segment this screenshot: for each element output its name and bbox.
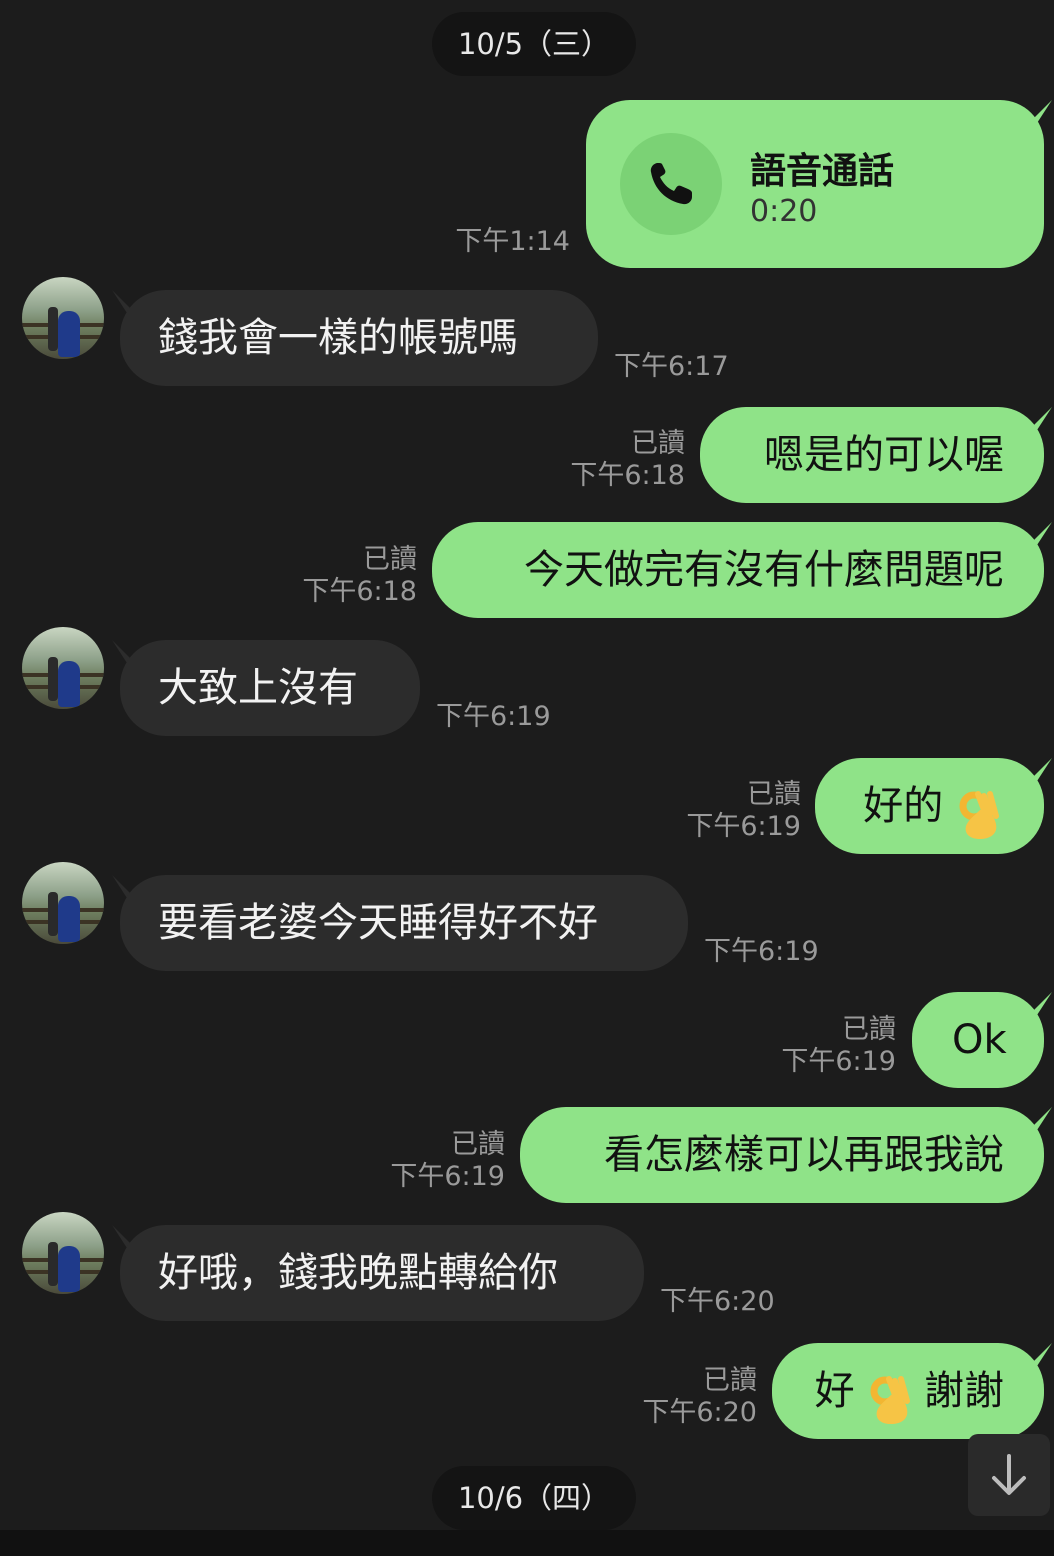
avatar[interactable] (22, 1212, 104, 1294)
message-time: 下午6:20 (660, 1286, 775, 1317)
message-text: 好的 (863, 783, 944, 829)
incoming-message[interactable]: 錢我會一樣的帳號嗎 (120, 290, 598, 386)
avatar[interactable] (22, 277, 104, 359)
message-time: 下午6:17 (614, 351, 729, 382)
outgoing-message[interactable]: 好的 (815, 758, 1044, 854)
read-receipt: 已讀 (747, 779, 801, 810)
read-receipt: 已讀 (631, 428, 685, 459)
read-receipt: 已讀 (451, 1129, 505, 1160)
read-receipt: 已讀 (842, 1014, 896, 1045)
read-receipt: 已讀 (363, 544, 417, 575)
outgoing-message[interactable]: 嗯是的可以喔 (700, 407, 1044, 503)
message-time: 下午6:20 (642, 1397, 757, 1428)
message-time: 下午1:14 (455, 226, 570, 257)
avatar[interactable] (22, 862, 104, 944)
message-meta: 已讀 下午6:18 (540, 428, 685, 492)
avatar[interactable] (22, 627, 104, 709)
read-receipt: 已讀 (703, 1365, 757, 1396)
date-separator-bottom: 10/6（四） (432, 1466, 636, 1530)
message-text: 謝謝 (924, 1368, 1004, 1414)
message-meta: 已讀 下午6:18 (270, 544, 417, 608)
message-meta: 已讀 下午6:19 (750, 1014, 896, 1078)
outgoing-message[interactable]: 好 謝謝 (772, 1343, 1044, 1439)
message-time: 下午6:19 (686, 811, 801, 842)
ok-hand-emoji (867, 1364, 911, 1424)
message-time: 下午6:18 (570, 460, 685, 491)
arrow-down-icon (992, 1454, 1026, 1495)
date-separator-top: 10/5（三） (432, 12, 636, 76)
input-bar-edge (0, 1530, 1054, 1556)
scroll-to-bottom-button[interactable] (968, 1434, 1050, 1516)
call-title: 語音通話 (750, 151, 895, 192)
incoming-message[interactable]: 要看老婆今天睡得好不好 (120, 875, 688, 971)
message-text: 好 (814, 1368, 855, 1414)
voice-call-bubble[interactable]: 語音通話 0:20 (586, 100, 1044, 268)
outgoing-message[interactable]: 今天做完有沒有什麼問題呢 (432, 522, 1044, 618)
message-time: 下午6:19 (436, 701, 551, 732)
message-time: 下午6:19 (704, 936, 819, 967)
message-time: 下午6:19 (781, 1046, 896, 1077)
message-meta: 已讀 下午6:19 (358, 1129, 505, 1193)
outgoing-message[interactable]: Ok (912, 992, 1044, 1088)
message-time: 下午6:18 (302, 576, 417, 607)
incoming-message[interactable]: 好哦，錢我晚點轉給你 (120, 1225, 644, 1321)
message-time: 下午6:19 (390, 1161, 505, 1192)
message-meta: 已讀 下午6:20 (608, 1365, 757, 1429)
phone-icon (620, 133, 722, 235)
call-duration: 0:20 (750, 194, 818, 229)
outgoing-message[interactable]: 看怎麼樣可以再跟我說 (520, 1107, 1044, 1203)
ok-hand-emoji (956, 779, 1000, 839)
incoming-message[interactable]: 大致上沒有 (120, 640, 420, 736)
message-meta: 已讀 下午6:19 (655, 779, 801, 843)
